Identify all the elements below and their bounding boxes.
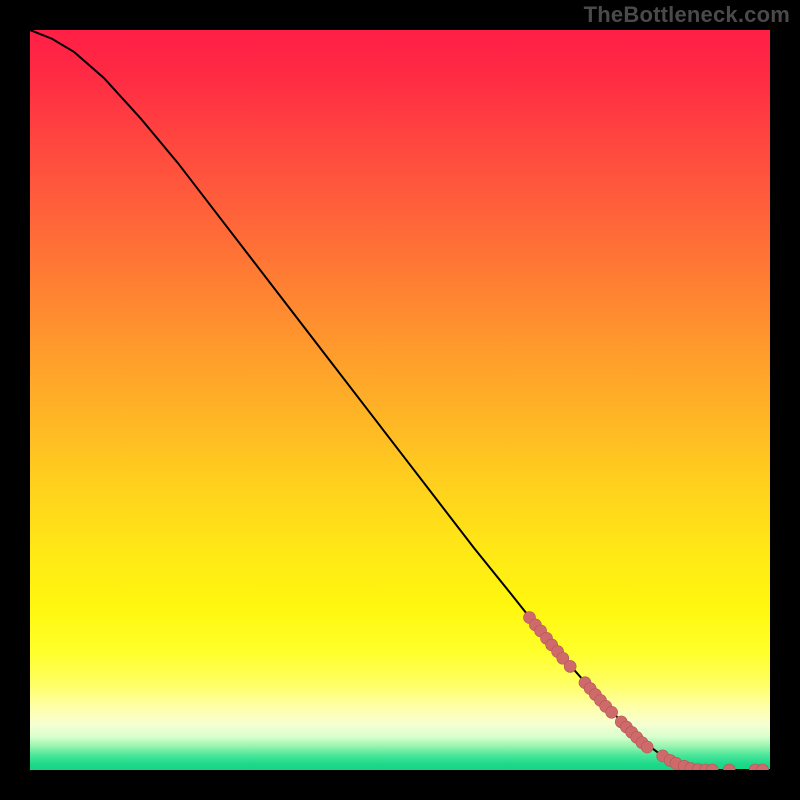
outer-frame: TheBottleneck.com xyxy=(0,0,800,800)
gpu-marker xyxy=(564,660,576,672)
chart-svg xyxy=(30,30,770,770)
gpu-marker xyxy=(641,741,653,753)
gpu-marker xyxy=(606,706,618,718)
chart-plot-area xyxy=(30,30,770,770)
watermark-label: TheBottleneck.com xyxy=(584,2,790,28)
gradient-background xyxy=(30,30,770,770)
